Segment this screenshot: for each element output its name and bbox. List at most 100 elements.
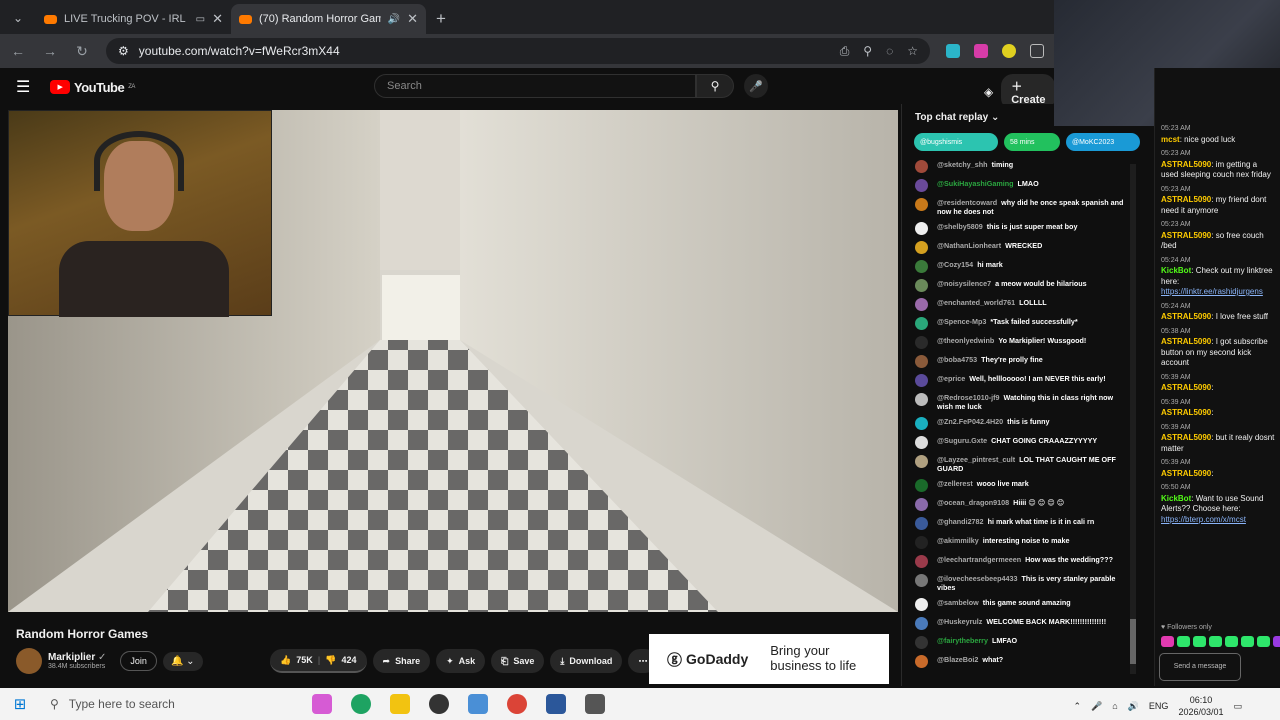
emote-icon[interactable] [1161,636,1174,647]
thumbs-down-icon[interactable]: 👎 [325,655,336,666]
tab-random-horror[interactable]: (70) Random Horror Games 🔊 ✕ [231,4,426,34]
tracking-icon[interactable]: ◌ [886,44,893,59]
chat-avatar[interactable] [915,555,928,568]
chat-avatar[interactable] [915,436,928,449]
scroll-thumb[interactable] [1130,619,1136,664]
kick-username[interactable]: ASTRAL5090 [1161,383,1211,392]
chat-author[interactable]: @leechartrandgermeeen [937,555,1021,564]
chat-mode-dropdown[interactable]: Top chat replay ⌄ [915,112,999,123]
chrome-profile-icon[interactable] [507,694,527,714]
search-input[interactable]: Search [374,74,696,98]
app-icon[interactable] [585,694,605,714]
kick-username[interactable]: ASTRAL5090 [1161,312,1211,321]
channel-avatar[interactable] [16,648,42,674]
microphone-icon[interactable]: 🎤 [744,74,768,98]
word-icon[interactable] [546,694,566,714]
download-button[interactable]: ⤓ Download [550,649,623,673]
bookmark-star-icon[interactable]: ☆ [907,44,918,59]
chat-author[interactable]: @sambelow [937,598,979,607]
chat-avatar[interactable] [915,298,928,311]
chat-author[interactable]: @ilovecheesebeep4433 [937,574,1018,583]
extension-3-icon[interactable] [1002,44,1016,58]
like-button[interactable]: 👍 75K | 👎 424 [270,649,367,673]
emote-icon[interactable] [1273,636,1280,647]
kick-username[interactable]: mcst [1161,135,1180,144]
chat-author[interactable]: @Spence-Mp3 [937,317,986,326]
chat-avatar[interactable] [915,222,928,235]
share-button[interactable]: ➦ Share [372,649,431,673]
chat-author[interactable]: @theonlyedwinb [937,336,994,345]
notifications-icon[interactable]: ▭ [1233,701,1242,712]
chat-avatar[interactable] [915,636,928,649]
chat-avatar[interactable] [915,260,928,273]
close-tab-icon[interactable]: ✕ [212,11,223,27]
emote-icon[interactable] [1193,636,1206,647]
chat-avatar[interactable] [915,498,928,511]
site-info-icon[interactable]: ⚙ [118,44,129,58]
chat-avatar[interactable] [915,393,928,406]
sponsored-ad[interactable]: ⓖ GoDaddy Bring your business to life [649,634,889,684]
chat-author[interactable]: @Huskeyrulz [937,617,982,626]
network-icon[interactable]: ⌂ [1112,701,1117,711]
clock[interactable]: 06:10 2026/03/01 [1178,694,1223,718]
chat-author[interactable]: @boba4753 [937,355,977,364]
kick-username[interactable]: ASTRAL5090 [1161,231,1211,240]
file-explorer-icon[interactable] [390,694,410,714]
chat-avatar[interactable] [915,198,928,211]
emote-icon[interactable] [1225,636,1238,647]
chat-author[interactable]: @eprice [937,374,965,383]
chat-avatar[interactable] [915,574,928,587]
emote-icon[interactable] [1257,636,1270,647]
menu-icon[interactable]: ☰ [16,77,40,97]
taskbar-search[interactable]: ⚲ Type here to search [40,688,296,720]
chat-author[interactable]: @Layzee_pintrest_cult [937,455,1015,464]
emote-icon[interactable] [1177,636,1190,647]
chat-avatar[interactable] [915,317,928,330]
ask-button[interactable]: ✦ Ask [436,649,486,673]
chat-author[interactable]: @residentcoward [937,198,997,207]
kick-username[interactable]: KickBot [1161,266,1191,275]
back-icon[interactable]: ← [10,43,26,59]
chat-avatar[interactable] [915,655,928,668]
kick-link[interactable]: https://bterp.com/x/mcst [1161,515,1246,524]
chat-author[interactable]: @shelby5809 [937,222,983,231]
kick-link[interactable]: https://linktr.ee/rashidjurgens [1161,287,1263,296]
tab-trucking[interactable]: LIVE Trucking POV - IRL | Hu ▭ ✕ [36,4,231,34]
chat-avatar[interactable] [915,536,928,549]
chat-avatar[interactable] [915,279,928,292]
chat-avatar[interactable] [915,355,928,368]
kick-username[interactable]: ASTRAL5090 [1161,160,1211,169]
speaker-icon[interactable]: 🔊 [388,14,400,25]
zoom-icon[interactable]: ⚲ [863,44,872,59]
emote-icon[interactable] [1209,636,1222,647]
language-indicator[interactable]: ENG [1149,701,1169,711]
chat-author[interactable]: @noisysilence7 [937,279,991,288]
chat-avatar[interactable] [915,179,928,192]
chat-author[interactable]: @Zn2.FeP042.4H20 [937,417,1003,426]
install-app-icon[interactable]: ⎙ [840,44,850,59]
chat-author[interactable]: @NathanLionheart [937,241,1001,250]
close-tab-icon[interactable]: ✕ [407,11,418,27]
extension-2-icon[interactable] [974,44,988,58]
chat-author[interactable]: @Cozy154 [937,260,973,269]
chat-author[interactable]: @enchanted_world761 [937,298,1015,307]
tab-search-icon[interactable]: ⌄ [0,2,36,34]
chat-avatar[interactable] [915,160,928,173]
chat-avatar[interactable] [915,598,928,611]
windows-start-icon[interactable]: ⊞ [0,695,40,713]
obs-icon[interactable] [429,694,449,714]
chat-author[interactable]: @fairytheberry [937,636,988,645]
kick-message-input[interactable]: Send a message [1159,653,1241,681]
reload-icon[interactable]: ↻ [74,43,90,60]
chat-scrollbar[interactable] [1130,164,1136,674]
chat-author[interactable]: @SukiHayashiGaming [937,179,1014,188]
volume-icon[interactable]: 🔊 [1128,701,1139,712]
kick-username[interactable]: ASTRAL5090 [1161,337,1211,346]
address-bar[interactable]: ⚙ youtube.com/watch?v=fWeRcr3mX44 ⎙ ⚲ ◌ … [106,38,930,64]
extension-1-icon[interactable] [946,44,960,58]
chat-author[interactable]: @akimmilky [937,536,979,545]
chat-avatar[interactable] [915,479,928,492]
copilot-icon[interactable] [312,694,332,714]
emote-icon[interactable] [1241,636,1254,647]
chat-avatar[interactable] [915,417,928,430]
